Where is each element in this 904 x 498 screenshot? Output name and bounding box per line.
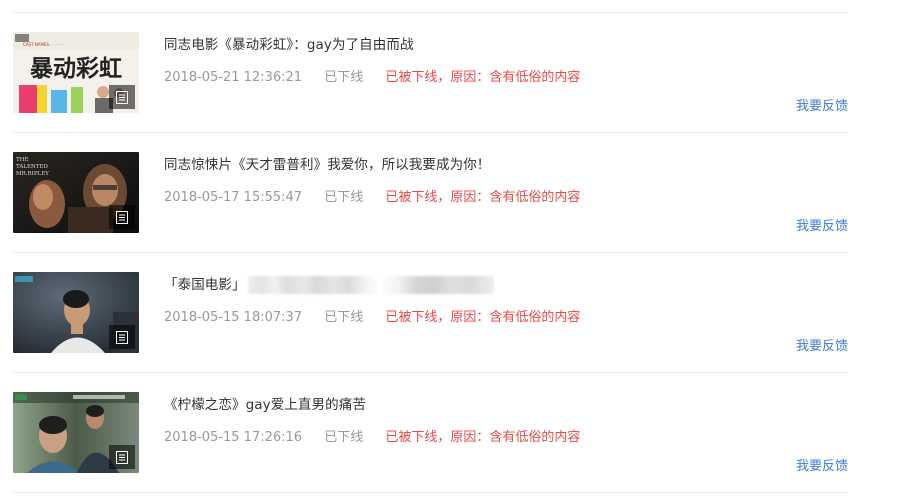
article-title[interactable]: 《柠檬之恋》gay爱上直男的痛苦 bbox=[164, 393, 366, 413]
article-meta: 2018-05-21 12:36:21 已下线 已被下线，原因：含有低俗的内容 bbox=[164, 66, 580, 85]
publish-datetime: 2018-05-15 18:07:37 bbox=[164, 310, 303, 325]
offline-reason: 已被下线，原因：含有低俗的内容 bbox=[385, 70, 581, 85]
publish-datetime: 2018-05-17 15:55:47 bbox=[164, 190, 303, 205]
article-title-text: 「泰国电影」 bbox=[164, 277, 246, 293]
offline-reason: 已被下线，原因：含有低俗的内容 bbox=[385, 430, 581, 445]
article-thumbnail[interactable]: CAST NAMES · · · · · · · 暴动彩虹 bbox=[13, 32, 139, 113]
status-label: 已下线 bbox=[324, 310, 364, 325]
article-meta: 2018-05-17 15:55:47 已下线 已被下线，原因：含有低俗的内容 bbox=[164, 186, 580, 205]
article-thumbnail[interactable] bbox=[13, 392, 139, 473]
article-thumbnail[interactable] bbox=[13, 272, 139, 353]
article-icon bbox=[109, 85, 135, 109]
svg-text:暴动彩虹: 暴动彩虹 bbox=[30, 56, 122, 82]
status-label: 已下线 bbox=[324, 70, 364, 85]
article-title[interactable]: 同志电影《暴动彩虹》：gay为了自由而战 bbox=[164, 33, 414, 53]
list-item: 「泰国电影」 2018-05-15 18:07:37 已下线 已被下线，原因：含… bbox=[13, 253, 848, 373]
offline-reason: 已被下线，原因：含有低俗的内容 bbox=[385, 190, 581, 205]
feedback-link[interactable]: 我要反馈 bbox=[796, 215, 848, 234]
status-label: 已下线 bbox=[324, 430, 364, 445]
article-title[interactable]: 「泰国电影」 bbox=[164, 273, 494, 294]
svg-text:THE: THE bbox=[16, 157, 28, 163]
svg-text:MR.RIPLEY: MR.RIPLEY bbox=[16, 171, 49, 177]
publish-datetime: 2018-05-21 12:36:21 bbox=[164, 70, 303, 85]
feedback-link[interactable]: 我要反馈 bbox=[796, 455, 848, 474]
list-item: THE TALENTED MR.RIPLEY 同志惊悚片《天才雷普利》我爱你，所… bbox=[13, 133, 848, 253]
article-icon bbox=[109, 205, 135, 229]
offline-reason: 已被下线，原因：含有低俗的内容 bbox=[385, 310, 581, 325]
feedback-link[interactable]: 我要反馈 bbox=[796, 335, 848, 354]
article-list: CAST NAMES · · · · · · · 暴动彩虹 同志电影《暴动彩虹》… bbox=[13, 12, 848, 493]
article-icon bbox=[109, 445, 135, 469]
article-thumbnail[interactable]: THE TALENTED MR.RIPLEY bbox=[13, 152, 139, 233]
list-item: CAST NAMES · · · · · · · 暴动彩虹 同志电影《暴动彩虹》… bbox=[13, 13, 848, 133]
article-meta: 2018-05-15 18:07:37 已下线 已被下线，原因：含有低俗的内容 bbox=[164, 306, 580, 325]
list-item: 《柠檬之恋》gay爱上直男的痛苦 2018-05-15 17:26:16 已下线… bbox=[13, 373, 848, 493]
redacted-text bbox=[247, 276, 494, 294]
article-meta: 2018-05-15 17:26:16 已下线 已被下线，原因：含有低俗的内容 bbox=[164, 426, 580, 445]
feedback-link[interactable]: 我要反馈 bbox=[796, 95, 848, 114]
status-label: 已下线 bbox=[324, 190, 364, 205]
svg-text:TALENTED: TALENTED bbox=[16, 164, 49, 170]
publish-datetime: 2018-05-15 17:26:16 bbox=[164, 430, 303, 445]
article-title[interactable]: 同志惊悚片《天才雷普利》我爱你，所以我要成为你！ bbox=[164, 153, 490, 173]
svg-text:CAST NAMES · · · · · · ·: CAST NAMES · · · · · · · bbox=[23, 42, 67, 47]
article-icon bbox=[109, 325, 135, 349]
